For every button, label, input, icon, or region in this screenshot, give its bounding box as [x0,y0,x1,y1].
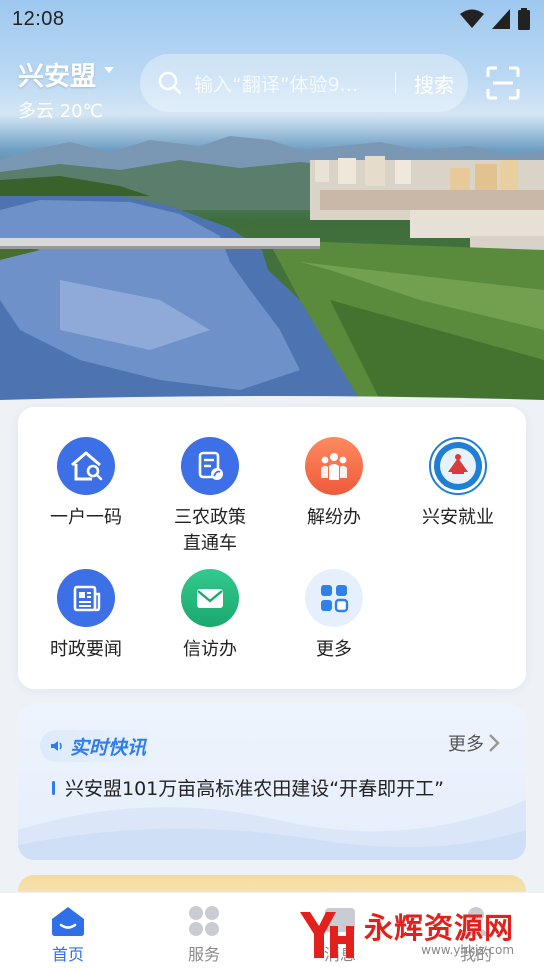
watermark-url: www.yhkjz.com [421,943,515,957]
watermark-text: 永辉资源网 www.yhkjz.com [364,913,514,957]
location-weather[interactable]: 兴安盟 多云 20℃ [18,56,115,123]
service-label: 更多 [316,639,352,660]
news-more-label: 更多 [448,734,484,755]
document-leaf-icon [181,437,239,495]
search-input[interactable]: 输入“翻译”体验9... [194,70,385,97]
newspaper-icon [57,569,115,627]
service-dispute-office[interactable]: 解纷办 [274,437,394,531]
tab-home[interactable]: 首页 [0,893,136,968]
news-more-link[interactable]: 更多 [448,730,500,756]
cellular-signal-icon [492,9,510,29]
city-name: 兴安盟 [18,62,97,92]
status-time: 12:08 [12,7,65,30]
service-xingan-employment[interactable]: 兴安就业 [398,437,518,531]
service-label: 信访办 [183,639,237,660]
weather-text: 多云 20℃ [18,101,103,122]
city-selector[interactable]: 兴安盟 [18,56,115,93]
search-button[interactable]: 搜索 [414,69,454,98]
service-label: 三农政策 直通车 [174,507,246,554]
xingan-employment-logo [429,437,487,495]
service-label: 解纷办 [307,507,361,528]
watermark-brand: 永辉资源网 [364,911,515,945]
people-group-icon [305,437,363,495]
service-label: 一户一码 [50,507,122,528]
watermark: 永辉资源网 www.yhkjz.com [296,905,528,965]
tab-services[interactable]: 服务 [136,893,272,968]
chevron-down-icon [104,66,115,73]
search-icon [158,71,182,95]
news-card: 实时快讯 更多 兴安盟101万亩高标准农田建设“开春即开工” [18,704,526,860]
service-current-affairs[interactable]: 时政要闻 [26,569,146,663]
house-search-icon [57,437,115,495]
services-card: 一户一码 三农政策 直通车 解纷办 兴安就业 时政要闻 信访办 更多 [18,407,526,689]
grid-more-icon [305,569,363,627]
service-household-code[interactable]: 一户一码 [26,437,146,531]
watermark-logo [300,912,354,958]
speaker-icon [51,741,62,751]
service-label: 兴安就业 [422,507,494,528]
news-tag-label: 实时快讯 [70,736,147,759]
chevron-right-icon [489,734,500,752]
system-icons [460,8,530,30]
tab-label: 服务 [187,945,220,964]
service-more[interactable]: 更多 [274,569,394,663]
search-divider [395,72,396,94]
news-tag: 实时快讯 [40,730,159,762]
news-headline-item[interactable]: 兴安盟101万亩高标准农田建设“开春即开工” [52,774,444,801]
status-bar: 12:08 [0,0,544,38]
service-label: 时政要闻 [50,639,122,660]
service-agri-policy[interactable]: 三农政策 直通车 [150,437,270,557]
search-bar[interactable]: 输入“翻译”体验9... 搜索 [140,54,468,112]
wifi-icon [460,9,484,28]
tab-label: 首页 [51,945,84,964]
envelope-icon [181,569,239,627]
battery-icon [518,8,530,30]
grid-icon [189,906,219,936]
home-icon [52,907,84,936]
scan-icon[interactable] [486,66,520,100]
news-bullet [52,780,55,795]
news-headline: 兴安盟101万亩高标准农田建设“开春即开工” [65,778,444,800]
service-petition-office[interactable]: 信访办 [150,569,270,663]
